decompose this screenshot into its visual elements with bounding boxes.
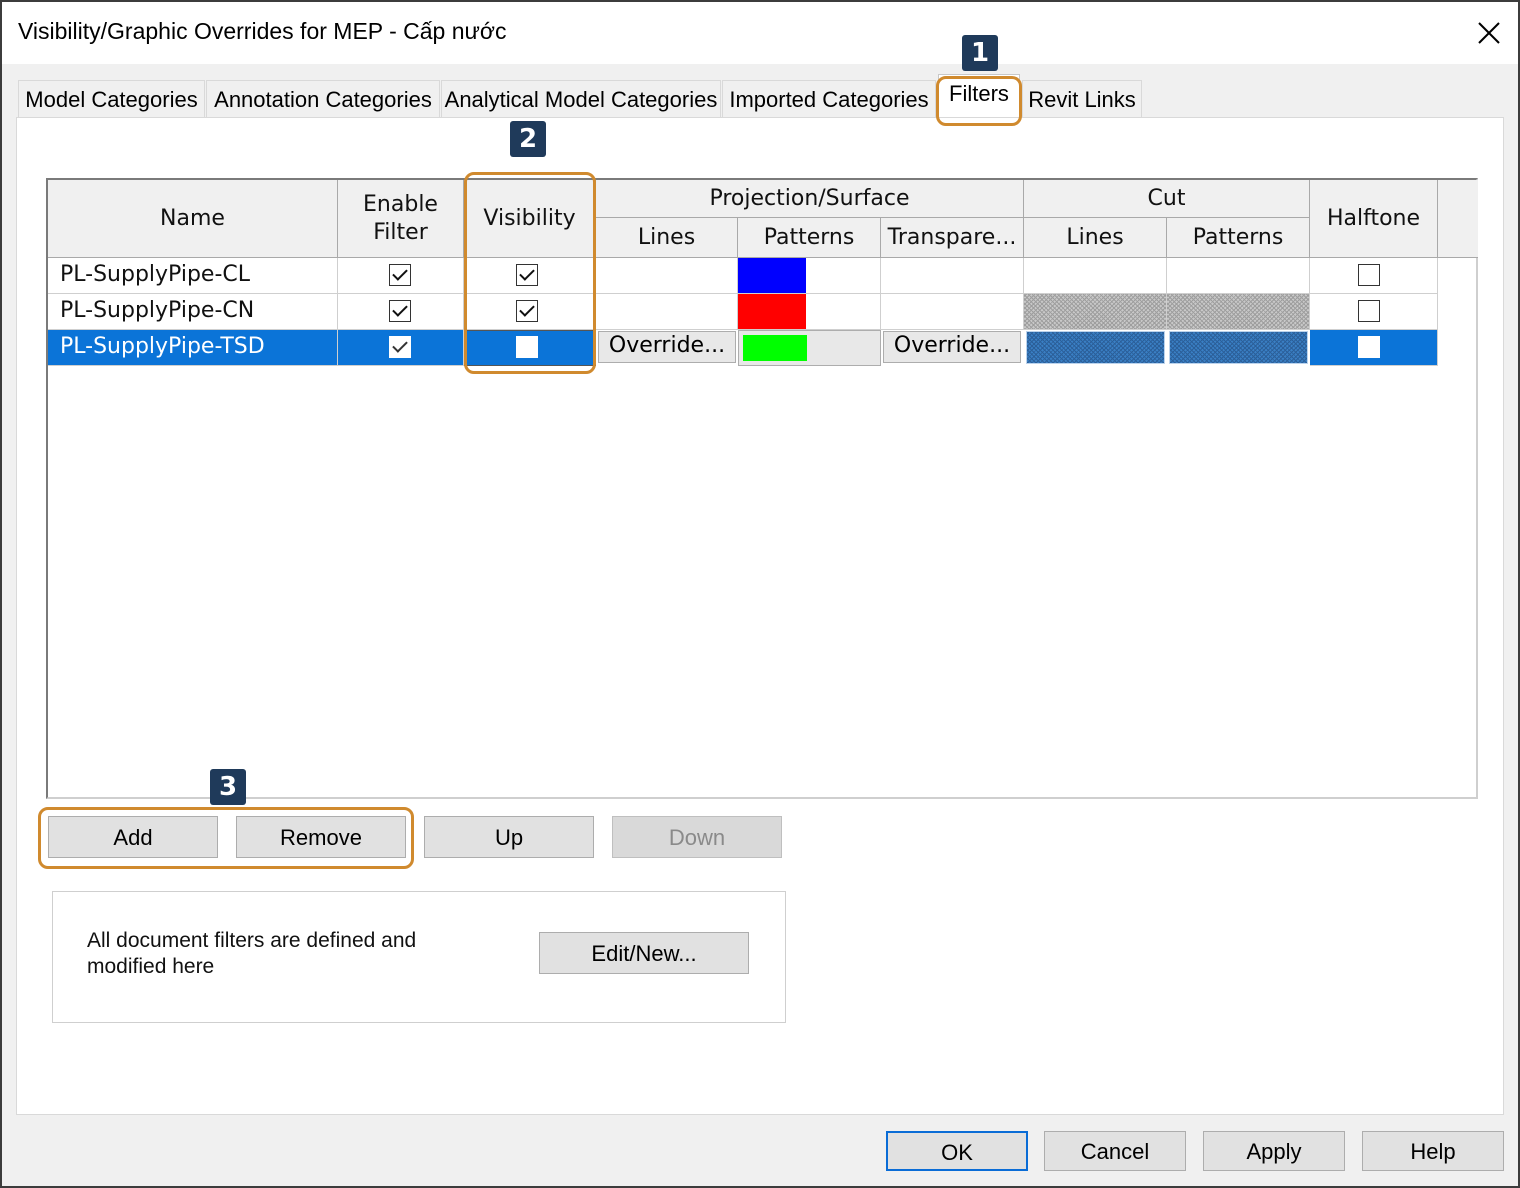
enable-filter-checkbox[interactable]	[389, 300, 411, 322]
filters-grid: Name Enable Filter Visibility Projection…	[46, 178, 1478, 799]
window-title: Visibility/Graphic Overrides for MEP - C…	[18, 18, 507, 44]
title-bar: Visibility/Graphic Overrides for MEP - C…	[2, 2, 1518, 64]
apply-button[interactable]: Apply	[1203, 1131, 1345, 1171]
halftone-cell	[1310, 294, 1438, 330]
pattern-color-swatch	[738, 294, 806, 329]
header-halftone[interactable]: Halftone	[1310, 180, 1438, 258]
tab-annotation-categories[interactable]: Annotation Categories	[206, 80, 440, 118]
filters-info-box: All document filters are defined and mod…	[52, 891, 786, 1023]
halftone-cell	[1310, 258, 1438, 294]
help-button[interactable]: Help	[1362, 1131, 1504, 1171]
halftone-checkbox[interactable]	[1358, 336, 1380, 358]
proj-lines-cell[interactable]	[596, 258, 738, 294]
proj-lines-cell[interactable]	[596, 294, 738, 330]
row-name-cell[interactable]: PL-SupplyPipe-TSD	[48, 330, 338, 366]
filters-info-text: All document filters are defined and mod…	[87, 929, 417, 978]
callout-box-visibility-column	[464, 172, 596, 374]
proj-patterns-cell[interactable]	[738, 294, 881, 330]
header-enable-filter[interactable]: Enable Filter	[338, 180, 464, 258]
proj-patterns-cell[interactable]	[738, 258, 881, 294]
callout-box-filters-tab	[936, 76, 1022, 126]
halftone-checkbox[interactable]	[1358, 300, 1380, 322]
header-filler	[1438, 180, 1478, 258]
tab-analytical-model-categories[interactable]: Analytical Model Categories	[441, 80, 721, 118]
cut-lines-cell[interactable]	[1024, 258, 1167, 294]
header-cut-lines[interactable]: Lines	[1024, 218, 1167, 258]
enable-filter-cell	[338, 330, 464, 366]
up-button[interactable]: Up	[424, 816, 594, 858]
cancel-button[interactable]: Cancel	[1044, 1131, 1186, 1171]
callout-badge-2: 2	[510, 121, 546, 157]
header-name[interactable]: Name	[48, 180, 338, 258]
halftone-checkbox[interactable]	[1358, 264, 1380, 286]
close-icon[interactable]	[1468, 12, 1508, 52]
header-cut: Cut	[1024, 180, 1310, 218]
header-cut-patterns[interactable]: Patterns	[1167, 218, 1310, 258]
row-name: PL-SupplyPipe-CN	[60, 298, 255, 323]
enable-filter-cell	[338, 258, 464, 294]
enable-filter-cell	[338, 294, 464, 330]
header-proj-transparency[interactable]: Transpare...	[881, 218, 1024, 258]
dialog-window: Visibility/Graphic Overrides for MEP - C…	[0, 0, 1520, 1188]
enable-filter-checkbox[interactable]	[389, 264, 411, 286]
row-name: PL-SupplyPipe-CL	[60, 262, 250, 287]
cut-lines-cell[interactable]	[1024, 294, 1167, 330]
proj-transparency-override-button[interactable]: Override...	[883, 331, 1021, 363]
remove-button[interactable]: Remove	[236, 816, 406, 858]
pattern-color-swatch	[743, 335, 807, 361]
row-name-cell[interactable]: PL-SupplyPipe-CL	[48, 258, 338, 294]
add-button[interactable]: Add	[48, 816, 218, 858]
header-proj-lines[interactable]: Lines	[596, 218, 738, 258]
proj-lines-override-button[interactable]: Override...	[598, 331, 736, 363]
cut-lines-cell[interactable]	[1026, 331, 1165, 364]
proj-transparency-cell[interactable]	[881, 294, 1024, 330]
ok-button[interactable]: OK	[886, 1131, 1028, 1171]
callout-badge-3: 3	[210, 769, 246, 805]
row-name-cell[interactable]: PL-SupplyPipe-CN	[48, 294, 338, 330]
halftone-cell	[1310, 330, 1438, 366]
down-button[interactable]: Down	[612, 816, 782, 858]
cut-patterns-cell[interactable]	[1167, 258, 1310, 294]
header-proj-patterns[interactable]: Patterns	[738, 218, 881, 258]
enable-filter-checkbox[interactable]	[389, 336, 411, 358]
callout-badge-1: 1	[962, 35, 998, 71]
tab-model-categories[interactable]: Model Categories	[18, 80, 205, 118]
pattern-color-swatch	[738, 258, 806, 293]
cut-patterns-cell[interactable]	[1169, 331, 1308, 364]
tab-imported-categories[interactable]: Imported Categories	[722, 80, 936, 118]
tab-revit-links[interactable]: Revit Links	[1022, 80, 1142, 118]
cut-patterns-cell[interactable]	[1167, 294, 1310, 330]
row-name: PL-SupplyPipe-TSD	[60, 334, 265, 359]
header-projection-surface: Projection/Surface	[596, 180, 1024, 218]
edit-new-button[interactable]: Edit/New...	[539, 932, 749, 974]
proj-patterns-cell[interactable]	[738, 330, 881, 366]
proj-transparency-cell[interactable]	[881, 258, 1024, 294]
